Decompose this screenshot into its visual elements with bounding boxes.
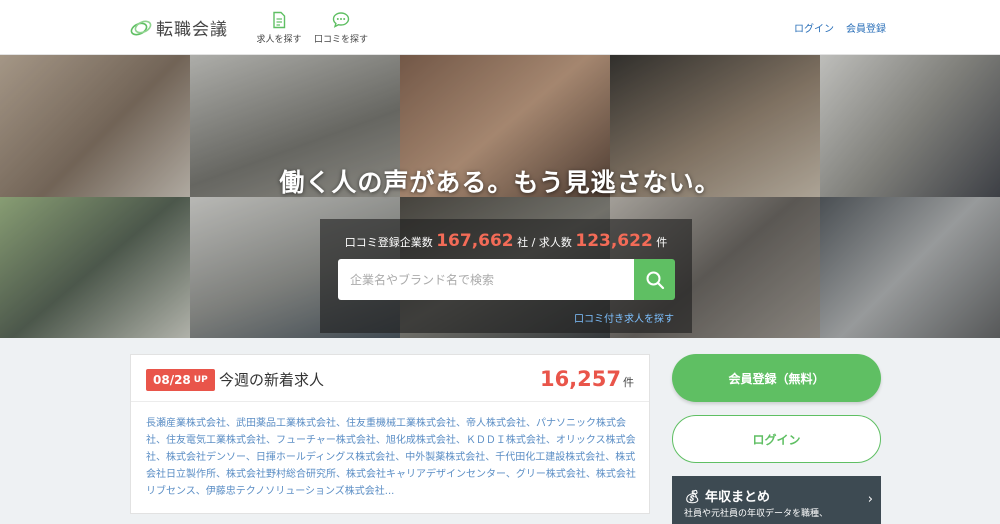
jobs-with-reviews-link[interactable]: 口コミ付き求人を探す — [574, 310, 674, 325]
date-badge-date: 08/28 — [153, 373, 191, 387]
money-bag-icon: 💰︎ — [684, 490, 701, 505]
logo[interactable]: 転職会議 — [130, 15, 228, 40]
salary-summary-banner[interactable]: 💰︎ 年収まとめ 社員や元社員の年収データを職種、 › — [672, 476, 881, 524]
card-divider — [131, 401, 649, 402]
new-jobs-count-unit: 件 — [623, 376, 634, 389]
logo-text: 転職会議 — [156, 20, 228, 40]
site-header: 転職会議 求人を探す 口コミを探す ログイン 会員登録 — [0, 0, 1000, 55]
reviews-count: 167,662 — [436, 231, 514, 251]
reviews-count-label: 口コミ登録企業数 — [344, 236, 433, 249]
date-badge: 08/28 UP — [146, 369, 215, 391]
banner-title: 💰︎ 年収まとめ — [684, 486, 770, 505]
search-panel: 口コミ登録企業数 167,662 社 / 求人数 123,622 件 口コミ付き… — [320, 219, 692, 333]
jobs-count-label: 求人数 — [538, 236, 572, 249]
chevron-right-icon: › — [867, 492, 873, 507]
login-button[interactable]: ログイン — [672, 415, 881, 463]
new-jobs-count: 16,257 件 — [540, 367, 634, 391]
hero-title: 働く人の声がある。もう見逃さない。 — [279, 168, 721, 197]
company-search-input[interactable] — [338, 259, 634, 300]
speech-bubble-icon — [332, 12, 350, 28]
header-register-link[interactable]: 会員登録 — [846, 20, 886, 35]
new-jobs-count-value: 16,257 — [539, 367, 621, 391]
nav-find-jobs[interactable]: 求人を探す — [249, 11, 309, 45]
banner-title-text: 年収まとめ — [705, 490, 771, 505]
date-badge-suffix: UP — [193, 375, 208, 385]
new-jobs-title: 今週の新着求人 — [219, 371, 325, 389]
logo-leaf-icon — [130, 20, 152, 35]
nav-find-jobs-label: 求人を探す — [256, 35, 302, 45]
search-icon — [646, 271, 664, 289]
jobs-count-unit: 件 — [656, 236, 668, 249]
document-icon — [273, 11, 286, 29]
stats-separator: / — [531, 236, 536, 249]
reviews-count-unit: 社 — [517, 236, 529, 249]
search-button[interactable] — [634, 259, 675, 300]
header-login-link[interactable]: ログイン — [794, 20, 834, 35]
new-jobs-card: 08/28 UP 今週の新着求人 16,257 件 長瀬産業株式会社、武田薬品工業… — [130, 354, 650, 514]
jobs-count: 123,622 — [575, 231, 653, 251]
hero-section: 働く人の声がある。もう見逃さない。 口コミ登録企業数 167,662 社 / 求… — [0, 55, 1000, 338]
register-free-button[interactable]: 会員登録（無料） — [672, 354, 881, 402]
nav-find-reviews[interactable]: 口コミを探す — [311, 11, 371, 45]
new-jobs-company-list[interactable]: 長瀬産業株式会社、武田薬品工業株式会社、住友重機械工業株式会社、帝人株式会社、パ… — [146, 415, 636, 500]
banner-subtitle: 社員や元社員の年収データを職種、 — [684, 509, 829, 519]
nav-find-reviews-label: 口コミを探す — [313, 35, 368, 45]
site-stats: 口コミ登録企業数 167,662 社 / 求人数 123,622 件 — [320, 231, 692, 251]
